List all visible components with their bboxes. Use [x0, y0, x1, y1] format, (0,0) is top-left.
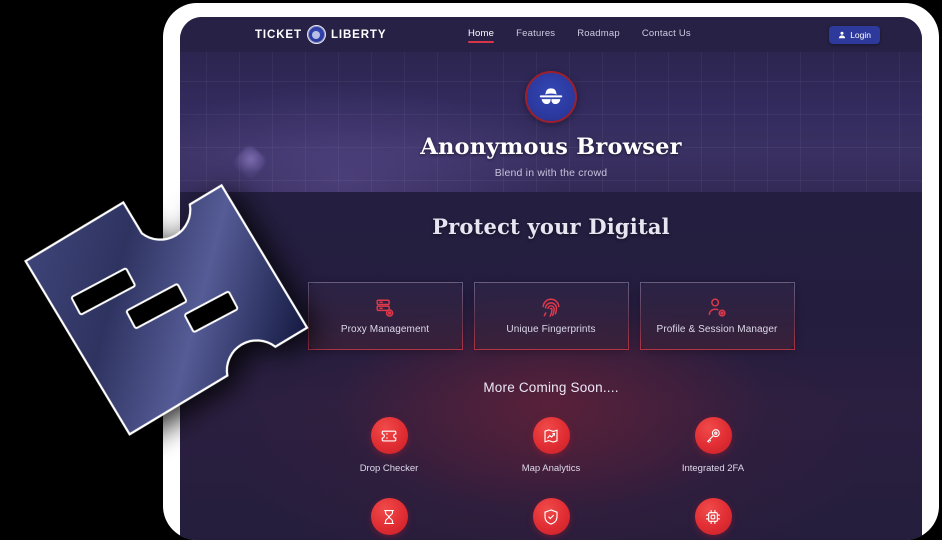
shield-check-icon [532, 498, 570, 535]
nav-item-contact-us[interactable]: Contact Us [642, 28, 691, 42]
map-chart-icon [532, 417, 570, 454]
cpu-chip-icon [694, 498, 732, 535]
coming-soon-label: Drop Checker [359, 463, 419, 474]
nav-item-home[interactable]: Home [468, 28, 495, 43]
coming-soon-item-account-shield[interactable]: Account Shield [491, 498, 611, 540]
logo-word-right: LIBERTY [330, 28, 387, 41]
browser-viewport: TICKET LIBERTY Home Features Roadmap Con… [180, 17, 922, 540]
navbar: TICKET LIBERTY Home Features Roadmap Con… [180, 17, 922, 52]
server-gear-icon [374, 297, 396, 319]
nav-item-features[interactable]: Features [516, 28, 555, 42]
coming-soon-item-drop-checker[interactable]: Drop Checker [329, 417, 449, 474]
circular-seal-icon [306, 25, 326, 44]
user-icon [838, 31, 846, 39]
user-gear-icon [706, 297, 728, 319]
feature-card-proxy-management[interactable]: Proxy Management [307, 282, 463, 350]
logo-word-left: TICKET [255, 28, 302, 41]
feature-card-profile-session-manager[interactable]: Profile & Session Manager [639, 282, 795, 350]
coming-soon-label: Map Analytics [521, 463, 581, 474]
brand-logo[interactable]: TICKET LIBERTY [255, 25, 386, 44]
hero-section: Anonymous Browser Blend in with the crow… [180, 52, 922, 192]
hero-subtitle: Blend in with the crowd [494, 167, 608, 179]
login-button[interactable]: Login [829, 25, 880, 44]
coming-soon-label: Integrated 2FA [681, 463, 745, 474]
nav-item-roadmap[interactable]: Roadmap [577, 28, 620, 42]
incognito-spy-icon [525, 71, 577, 123]
fingerprint-icon [540, 297, 562, 319]
hero-title: Anonymous Browser [420, 134, 682, 160]
key-icon [694, 417, 732, 454]
page-title: Protect your Digital [432, 214, 670, 239]
feature-card-label: Proxy Management [340, 324, 430, 335]
feature-card-label: Unique Fingerprints [506, 324, 596, 335]
login-button-label: Login [850, 29, 871, 40]
screenshot-root: TICKET LIBERTY Home Features Roadmap Con… [0, 0, 942, 540]
device-frame: TICKET LIBERTY Home Features Roadmap Con… [163, 3, 939, 540]
coming-soon-item-map-analytics[interactable]: Map Analytics [491, 417, 611, 474]
coming-soon-item-integrated-2fa[interactable]: Integrated 2FA [653, 417, 773, 474]
ticket-icon [370, 417, 408, 454]
coming-soon-item-ai-powered-assistant[interactable]: AI-Powered Assistant [653, 498, 773, 540]
nav-links: Home Features Roadmap Contact Us [468, 28, 691, 43]
feature-card-unique-fingerprints[interactable]: Unique Fingerprints [473, 282, 629, 350]
feature-card-label: Profile & Session Manager [656, 324, 778, 335]
hourglass-icon [370, 498, 408, 535]
coming-soon-item-queue-tracker[interactable]: Queue Tracker [329, 498, 449, 540]
